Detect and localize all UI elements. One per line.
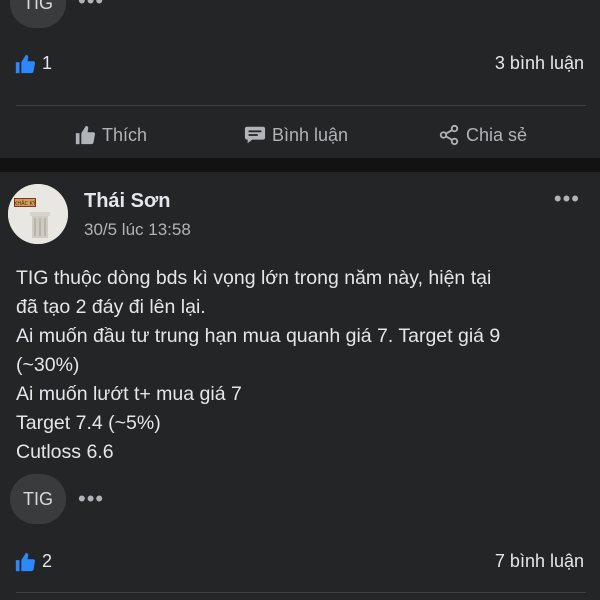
author-name[interactable]: Thái Sơn xyxy=(84,190,170,213)
divider xyxy=(16,592,586,593)
post-line: TIG thuộc dòng bds kì vọng lớn trong năm… xyxy=(16,267,492,289)
post-card: KHẮC KỲ Thái Sơn 30/5 lúc 13:58 ••• TIG … xyxy=(0,172,600,600)
post-line: Ai muốn lướt t+ mua giá 7 xyxy=(16,383,242,405)
post-body: TIG thuộc dòng bds kì vọng lớn trong năm… xyxy=(16,264,586,467)
post-line: Cutloss 6.6 xyxy=(16,441,114,463)
post-line: đã tạo 2 đáy đi lên lại. xyxy=(16,296,206,318)
stock-tag-label: TIG xyxy=(23,488,53,509)
comment-button-label: Bình luận xyxy=(272,124,349,145)
reaction-summary[interactable]: 2 7 bình luận xyxy=(0,548,600,578)
post-line: (~30%) xyxy=(16,354,80,376)
post-line: Target 7.4 (~5%) xyxy=(16,412,161,434)
like-count: 2 xyxy=(42,551,53,571)
previous-post: TIG ••• 1 3 bình luận Thích Bình luận Ch… xyxy=(0,0,600,158)
share-button-label: Chia sẻ xyxy=(466,124,528,145)
like-button[interactable]: Thích xyxy=(74,121,147,149)
post-separator xyxy=(0,158,600,172)
divider xyxy=(16,105,586,106)
like-reaction-icon xyxy=(15,552,36,572)
stock-tag-chip[interactable]: TIG xyxy=(10,0,66,28)
share-icon xyxy=(439,124,459,146)
svg-text:KHẮC KỲ: KHẮC KỲ xyxy=(14,199,37,207)
tag-more-options-icon[interactable]: ••• xyxy=(78,488,104,510)
reaction-summary[interactable]: 1 3 bình luận xyxy=(0,50,600,80)
comment-button[interactable]: Bình luận xyxy=(244,121,348,149)
stock-tag-chip[interactable]: TIG xyxy=(10,474,66,524)
more-options-icon[interactable]: ••• xyxy=(78,0,104,12)
like-reaction-icon xyxy=(15,54,36,74)
post-timestamp[interactable]: 30/5 lúc 13:58 xyxy=(84,220,191,240)
comment-count-link[interactable]: 3 bình luận xyxy=(495,53,584,74)
post-more-options-icon[interactable]: ••• xyxy=(554,188,580,210)
comment-count-link[interactable]: 7 bình luận xyxy=(495,551,584,572)
feed-screen: TIG ••• 1 3 bình luận Thích Bình luận Ch… xyxy=(0,0,600,600)
avatar[interactable]: KHẮC KỲ xyxy=(8,184,68,244)
stock-tag-label: TIG xyxy=(23,0,53,13)
like-button-label: Thích xyxy=(102,124,148,145)
avatar-image: KHẮC KỲ xyxy=(8,184,68,244)
post-line: Ai muốn đầu tư trung hạn mua quanh giá 7… xyxy=(16,325,501,347)
share-button[interactable]: Chia sẻ xyxy=(438,121,527,149)
thumbs-up-icon xyxy=(75,125,96,145)
like-count: 1 xyxy=(42,53,53,73)
comment-icon xyxy=(244,126,266,144)
